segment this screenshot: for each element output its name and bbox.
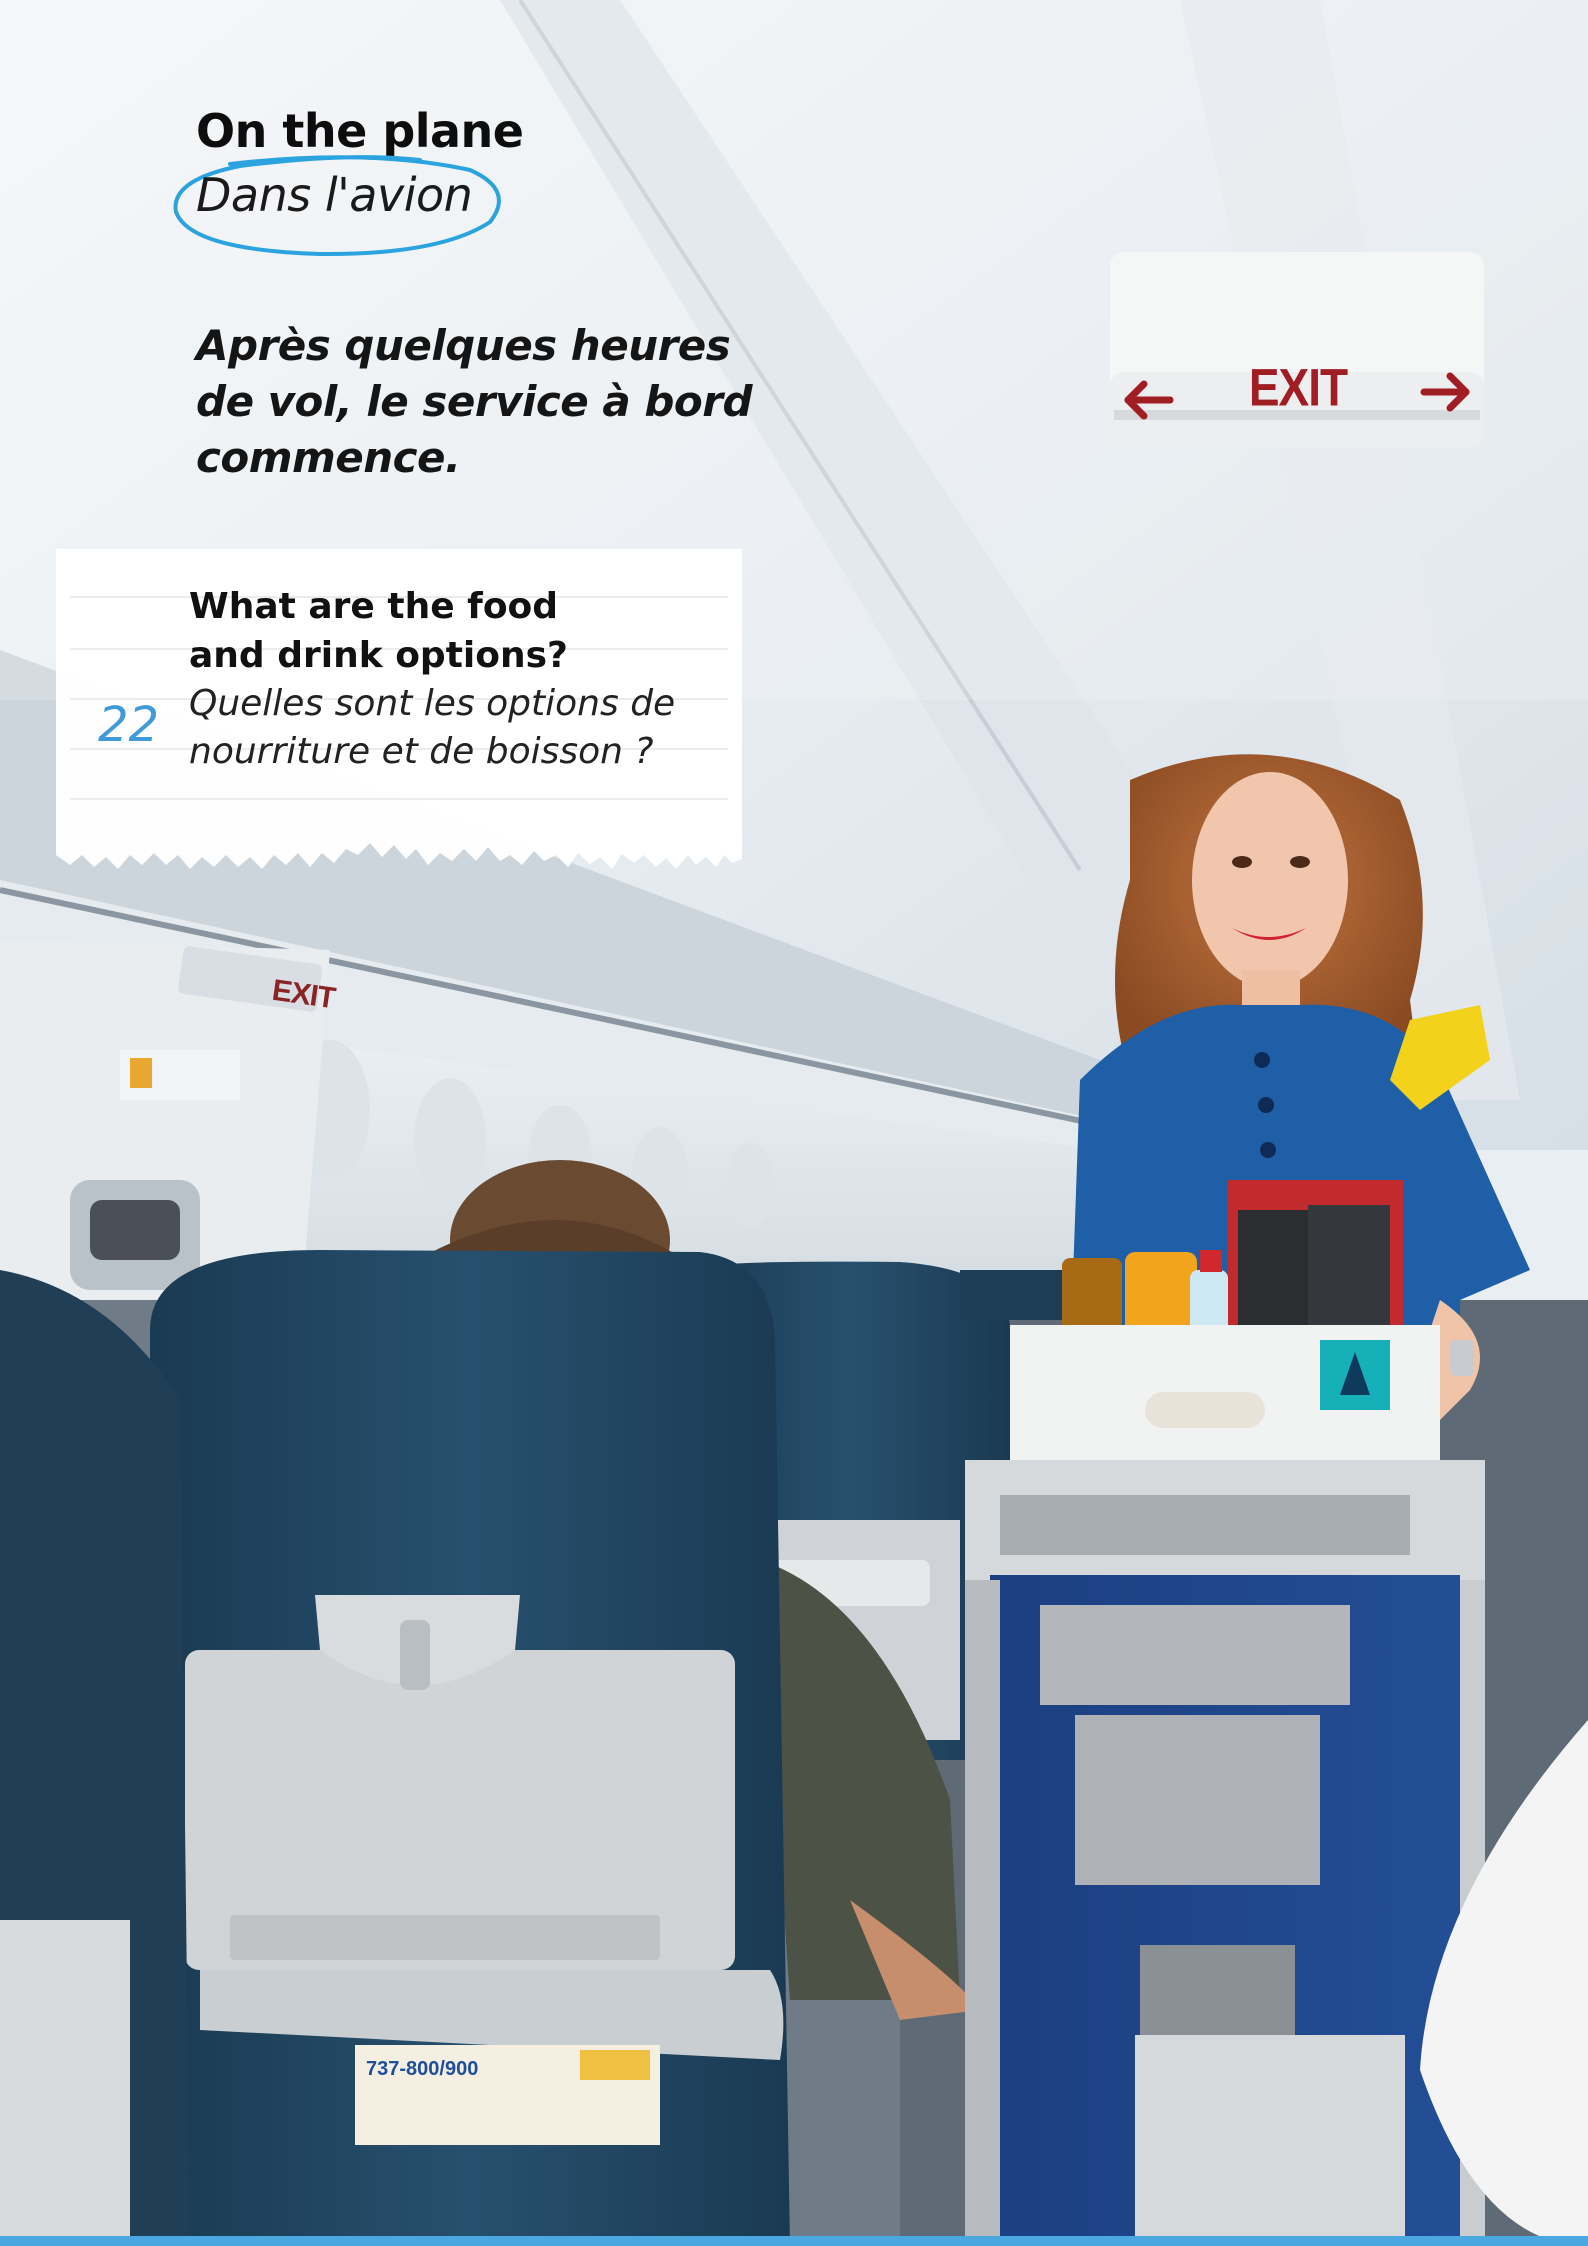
question-english-line: and drink options? (189, 635, 568, 676)
intro-text: Après quelques heures de vol, le service… (196, 321, 753, 482)
question-french-line: nourriture et de boisson ? (189, 731, 654, 772)
question-french: Quelles sont les options de nourriture e… (189, 680, 729, 776)
question-english: What are the food and drink options? (189, 582, 729, 680)
bottom-accent-bar (0, 2236, 1588, 2246)
seat-card-label: 737-800/900 (366, 2058, 479, 2080)
question-english-line: What are the food (189, 586, 559, 627)
question-french-line: Quelles sont les options de (189, 683, 676, 724)
exit-sign-label: EXIT (1248, 357, 1348, 417)
page-subtitle: Dans l'avion (196, 168, 473, 222)
exit-sign (1110, 252, 1484, 448)
question-number: 22 (98, 697, 160, 753)
